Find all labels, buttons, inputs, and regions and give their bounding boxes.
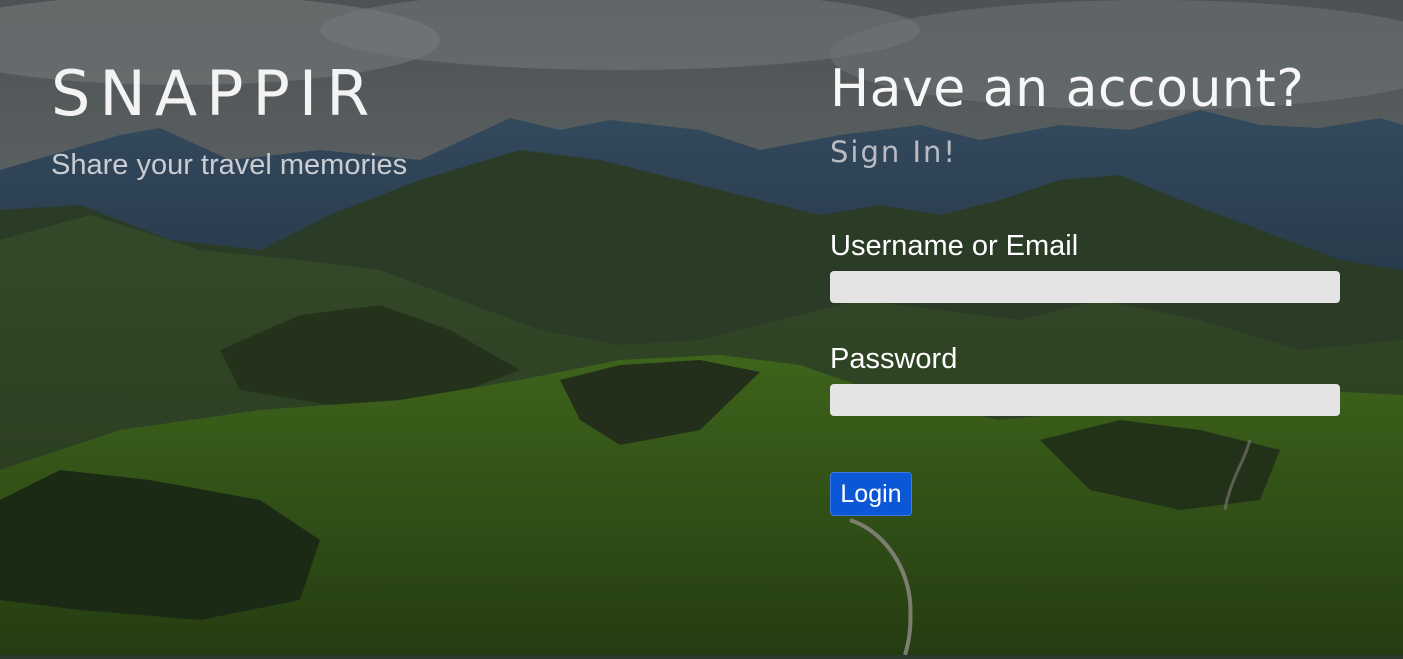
app-logo-title: SNAPPIR <box>51 57 379 130</box>
password-input[interactable] <box>830 384 1340 416</box>
username-label: Username or Email <box>830 230 1079 262</box>
login-form: Have an account? Sign In! Username or Em… <box>830 58 1340 516</box>
login-subheading: Sign In! <box>830 135 958 169</box>
login-heading: Have an account? <box>830 59 1305 119</box>
username-input[interactable] <box>830 271 1340 303</box>
app-tagline: Share your travel memories <box>51 149 408 181</box>
username-field-group: Username or Email <box>830 229 1340 303</box>
brand-block: SNAPPIR Share your travel memories <box>51 58 407 182</box>
password-label: Password <box>830 343 958 375</box>
password-field-group: Password <box>830 342 1340 416</box>
login-button[interactable]: Login <box>830 472 912 516</box>
